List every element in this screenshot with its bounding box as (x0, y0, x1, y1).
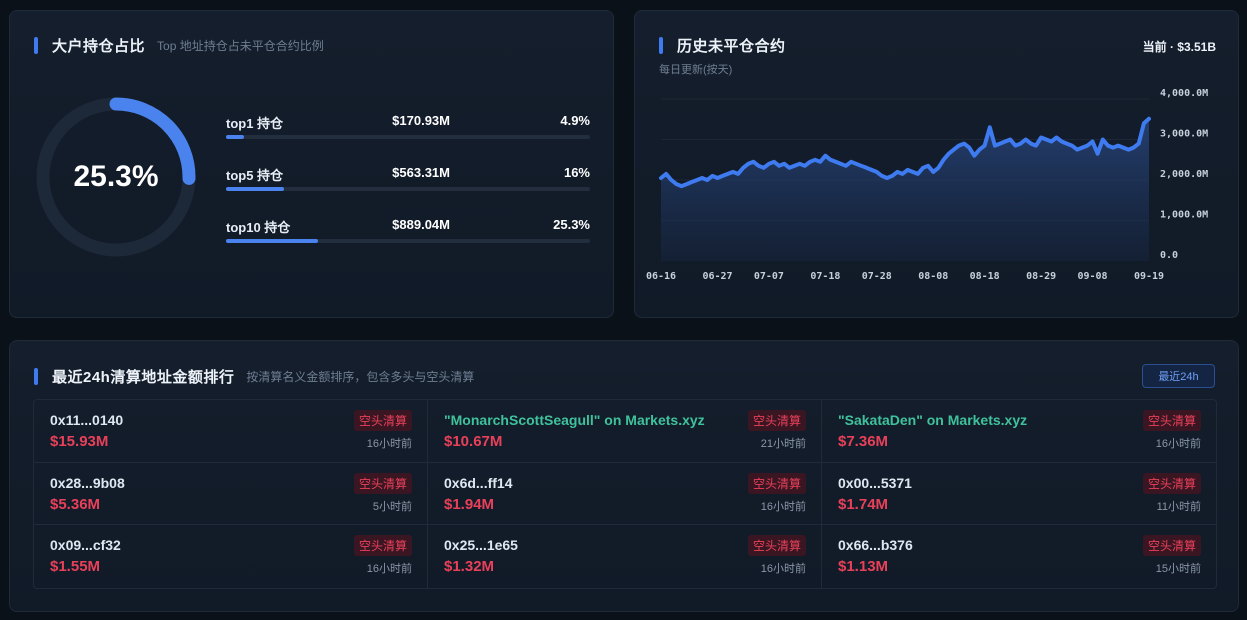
holders-header: 大户持仓占比 Top 地址持仓占未平仓合约比例 (34, 35, 324, 56)
liquidation-grid: 0x11...0140 $15.93M 空头清算 16小时前 "MonarchS… (33, 399, 1217, 589)
holder-value: $170.93M (392, 113, 450, 128)
liq-type-badge: 空头清算 (353, 472, 412, 494)
oi-x-tick-label: 07-18 (810, 271, 840, 282)
liq-address[interactable]: 0x25...1e65 (444, 537, 518, 553)
oi-x-tick-label: 09-08 (1077, 271, 1107, 282)
liquidation-item[interactable]: "MonarchScottSeagull" on Markets.xyz $10… (428, 400, 822, 463)
liq-time: 16小时前 (760, 500, 806, 513)
liq-type-badge: 空头清算 (1142, 410, 1201, 431)
liquidation-item[interactable]: 0x6d...ff14 $1.94M 空头清算 16小时前 (428, 462, 822, 526)
liq-amount: $1.74M (838, 495, 889, 513)
oi-area-chart: 4,000.0M 3,000.0M 2,000.0M 1,000.0M 0.0 06-16… (646, 88, 1208, 282)
liq-address[interactable]: 0x11...0140 (50, 412, 123, 428)
oi-x-tick-label: 07-28 (862, 271, 892, 282)
holder-progress-fill (226, 135, 244, 139)
liquidation-item[interactable]: 0x66...b376 $1.13M 空头清算 15小时前 (822, 525, 1216, 588)
liquidation-item[interactable]: 0x28...9b08 $5.36M 空头清算 5小时前 (34, 462, 428, 526)
liq-time: 11小时前 (1156, 500, 1201, 513)
oi-y-tick-label: 4,000.0M (1160, 88, 1208, 99)
liquidation-item[interactable]: 0x11...0140 $15.93M 空头清算 16小时前 (34, 400, 428, 463)
liq-address[interactable]: 0x28...9b08 (50, 475, 125, 491)
holder-value: $889.04M (392, 217, 450, 232)
oi-area-fill (661, 118, 1149, 261)
oi-y-tick-label: 1,000.0M (1160, 210, 1208, 221)
oi-x-tick-label: 07-07 (754, 271, 784, 282)
liq-type-badge: 空头清算 (1142, 535, 1201, 557)
liq-type-badge: 空头清算 (747, 472, 806, 494)
liq-time: 16小时前 (366, 438, 412, 450)
holder-progress-fill (226, 239, 319, 243)
holder-value: $563.31M (392, 165, 450, 180)
liq-amount: $10.67M (444, 433, 503, 450)
holder-row-top10: top10 持仓 $889.04M 25.3% (226, 217, 590, 257)
oi-x-tick-label: 06-27 (702, 271, 732, 282)
holder-row-top5: top5 持仓 $563.31M 16% (226, 165, 590, 205)
liquidation-item[interactable]: 0x25...1e65 $1.32M 空头清算 16小时前 (428, 525, 822, 588)
holder-progress-fill (226, 187, 285, 191)
liq-amount: $5.36M (50, 495, 101, 513)
holder-percent: 16% (563, 165, 590, 180)
liquidation-item[interactable]: "SakataDen" on Markets.xyz $7.36M 空头清算 1… (822, 400, 1216, 463)
holder-percent: 4.9% (560, 113, 590, 128)
oi-x-tick-label: 06-16 (646, 271, 676, 282)
liq-time: 16小时前 (366, 563, 412, 576)
holders-donut: 25.3% (34, 95, 198, 259)
liq-type-badge: 空头清算 (747, 535, 806, 557)
liq-type-badge: 空头清算 (1142, 472, 1201, 494)
liq-time: 16小时前 (760, 563, 806, 576)
liq-address[interactable]: 0x6d...ff14 (444, 475, 512, 491)
liquidation-item[interactable]: 0x09...cf32 $1.55M 空头清算 16小时前 (34, 525, 428, 588)
liq-type-badge: 空头清算 (353, 535, 412, 557)
liq-time: 21小时前 (760, 438, 806, 450)
liq-time: 16小时前 (1155, 438, 1201, 450)
liq-address[interactable]: 0x09...cf32 (50, 537, 121, 553)
holder-progress-track (226, 135, 590, 139)
section-accent-bar (34, 37, 38, 54)
liq-amount: $7.36M (838, 433, 889, 450)
liq-title: 最近24h清算地址金额排行 (52, 369, 235, 386)
oi-x-tick-label: 08-29 (1026, 271, 1056, 282)
holder-label: top1 持仓 (226, 116, 284, 131)
liq-time: 15小时前 (1155, 563, 1201, 576)
liq-time: 5小时前 (372, 500, 412, 513)
holder-progress-track (226, 239, 590, 243)
liq-amount: $1.94M (444, 495, 495, 513)
liquidation-item[interactable]: 0x00...5371 $1.74M 空头清算 11小时前 (822, 463, 1216, 526)
liq-address[interactable]: 0x66...b376 (838, 537, 913, 553)
holders-title: 大户持仓占比 (52, 38, 146, 55)
oi-x-tick-label: 09-19 (1134, 271, 1164, 282)
holder-progress-track (226, 187, 590, 191)
holders-card: 大户持仓占比 Top 地址持仓占未平仓合约比例 25.3% top1 持仓 $1… (9, 10, 614, 318)
donut-value: 25.3% (73, 160, 159, 193)
liq-address[interactable]: "SakataDen" on Markets.xyz (838, 412, 1027, 428)
holder-label: top5 持仓 (226, 168, 284, 183)
oi-x-tick-label: 08-08 (918, 271, 948, 282)
liq-type-badge: 空头清算 (747, 410, 806, 431)
liq-type-badge: 空头清算 (353, 410, 412, 431)
oi-y-tick-label: 0.0 (1160, 250, 1178, 261)
oi-y-tick-label: 2,000.0M (1160, 169, 1208, 180)
holders-subtitle: Top 地址持仓占未平仓合约比例 (157, 39, 324, 53)
liq-amount: $1.13M (838, 558, 889, 576)
liq-amount: $15.93M (50, 433, 109, 450)
liq-subtitle: 按清算名义金额排序，包含多头与空头清算 (246, 370, 475, 384)
liq-address[interactable]: 0x00...5371 (838, 475, 912, 491)
oi-x-tick-label: 08-18 (970, 271, 1000, 282)
liq-header: 最近24h清算地址金额排行 按清算名义金额排序，包含多头与空头清算 (34, 366, 474, 387)
liquidation-card: 最近24h清算地址金额排行 按清算名义金额排序，包含多头与空头清算 最近24h … (9, 340, 1239, 612)
range-24h-button[interactable]: 最近24h (1142, 364, 1215, 388)
liq-amount: $1.55M (50, 558, 101, 576)
holder-row-top1: top1 持仓 $170.93M 4.9% (226, 113, 590, 153)
holder-label: top10 持仓 (226, 220, 291, 235)
oi-y-tick-label: 3,000.0M (1160, 129, 1208, 140)
holder-percent: 25.3% (553, 217, 590, 232)
liq-amount: $1.32M (444, 558, 495, 576)
open-interest-card: 历史未平仓合约 每日更新(按天) 当前 · $3.51B 4,000.0M 3,0… (634, 10, 1239, 318)
section-accent-bar (34, 368, 38, 385)
liq-address[interactable]: "MonarchScottSeagull" on Markets.xyz (444, 412, 705, 428)
